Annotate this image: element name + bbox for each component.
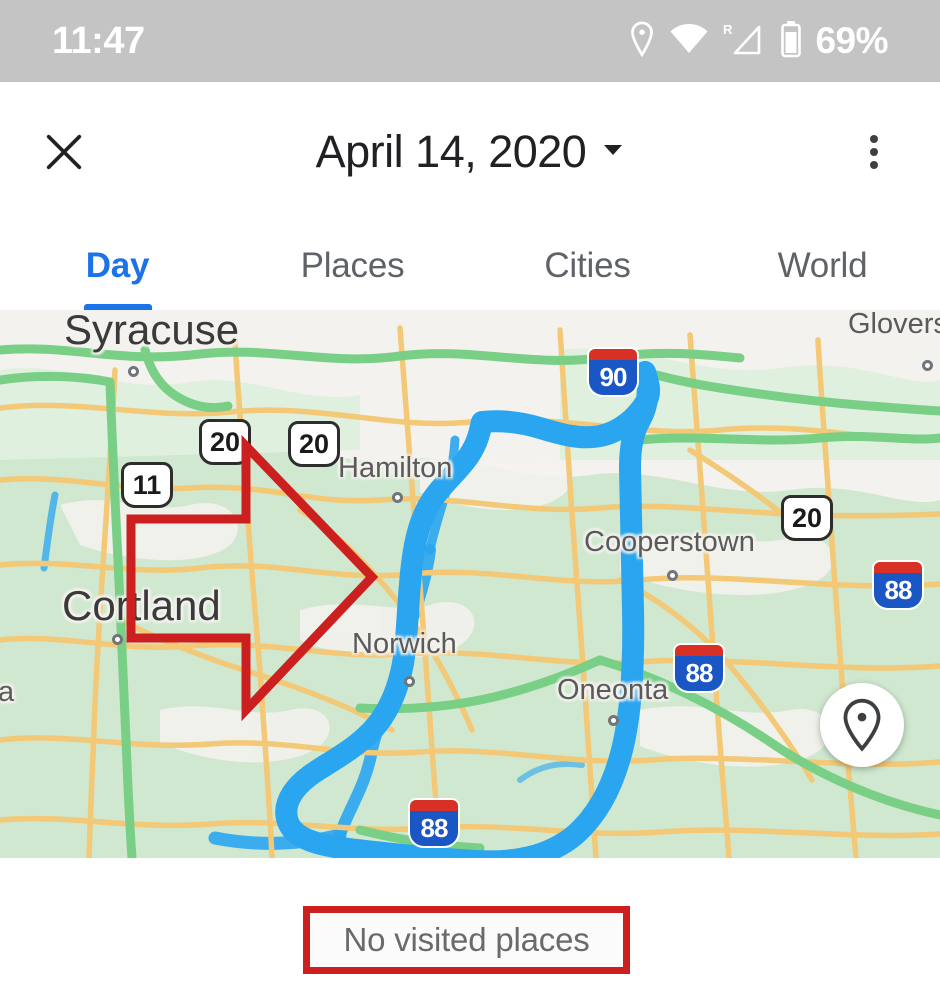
tab-label: Places <box>300 246 405 285</box>
map-base-artwork <box>0 310 940 858</box>
more-vert-icon-dot <box>870 161 878 169</box>
no-visited-places-annotation: No visited places <box>303 906 630 974</box>
app-header: April 14, 2020 <box>0 82 940 222</box>
status-clock: 11:47 <box>52 20 145 62</box>
tab-label: Day <box>85 246 150 285</box>
more-vert-icon-dot <box>870 135 878 143</box>
svg-text:R: R <box>723 22 733 37</box>
app-screen: 11:47 R 69% April 14, 2020 Day Places Ci… <box>0 0 940 986</box>
overflow-menu-button[interactable] <box>848 126 900 178</box>
close-button[interactable] <box>38 126 90 178</box>
tab-world[interactable]: World <box>705 222 940 310</box>
tab-day[interactable]: Day <box>0 222 235 310</box>
status-bar: 11:47 R 69% <box>0 0 940 82</box>
wifi-icon <box>669 23 709 60</box>
location-pin-icon <box>629 21 655 62</box>
no-visited-places-label: No visited places <box>343 921 590 958</box>
map-canvas[interactable]: Syracuse Hamilton Cortland Norwich Coope… <box>0 310 940 858</box>
roaming-signal-icon: R <box>723 21 765 62</box>
tab-places[interactable]: Places <box>235 222 470 310</box>
tab-cities[interactable]: Cities <box>470 222 705 310</box>
more-vert-icon-dot <box>870 148 878 156</box>
tab-bar: Day Places Cities World <box>0 222 940 310</box>
tab-label: World <box>777 246 868 285</box>
battery-percent-label: 69% <box>815 20 888 61</box>
chevron-down-icon[interactable] <box>602 142 624 163</box>
location-pin-icon <box>843 698 881 752</box>
my-location-button[interactable] <box>820 683 904 767</box>
tab-label: Cities <box>544 246 631 285</box>
page-title[interactable]: April 14, 2020 <box>316 126 587 178</box>
battery-icon <box>779 20 803 63</box>
header-title-group: April 14, 2020 <box>0 126 940 178</box>
status-indicators: R 69% <box>629 20 888 63</box>
close-icon <box>46 134 82 170</box>
